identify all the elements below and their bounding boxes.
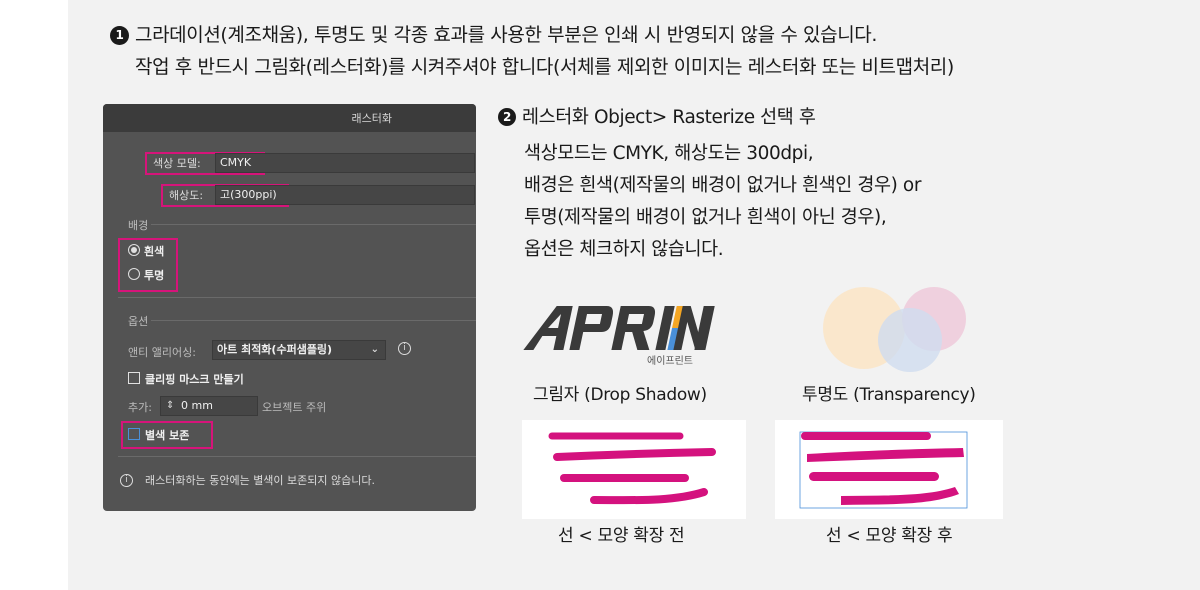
instruction-line-2: 색상모드는 CMYK, 해상도는 300dpi, (524, 143, 814, 164)
instruction-line-1: 2 레스터화 Object> Rasterize 선택 후 (498, 103, 816, 129)
color-model-select[interactable]: CMYK (215, 153, 475, 173)
preserve-spot-label: 별색 보존 (145, 429, 190, 442)
number-2-badge: 2 (498, 108, 516, 126)
divider (118, 297, 476, 298)
stroke-before-card (522, 420, 746, 519)
stroke-lines-before (548, 432, 716, 505)
overlapping-circles-graphic (823, 287, 966, 372)
note-line-1: 1 그라데이션(계조채움), 투명도 및 각종 효과를 사용한 부분은 인쇄 시 … (110, 20, 877, 47)
resolution-label: 해상도: (169, 189, 204, 202)
radio-white[interactable] (128, 244, 140, 256)
divider (151, 224, 476, 225)
bg-transparent-label: 투명 (144, 269, 165, 282)
options-section-label: 옵션 (128, 315, 149, 328)
note-line-1-text: 그라데이션(계조채움), 투명도 및 각종 효과를 사용한 부분은 인쇄 시 반… (135, 24, 878, 46)
drop-shadow-caption: 그림자 (Drop Shadow) (533, 385, 707, 405)
antialias-value: 아트 최적화(수퍼샘플링) (217, 343, 333, 356)
info-icon[interactable]: i (398, 342, 411, 355)
preserve-spot-checkbox[interactable] (128, 428, 140, 440)
note-line-2: 작업 후 반드시 그림화(레스터화)를 시켜주셔야 합니다(서체를 제외한 이미… (135, 56, 954, 78)
divider (118, 456, 476, 457)
aprint-logo: 에이프린트 (520, 300, 725, 372)
before-caption: 선 < 모양 확장 전 (558, 526, 685, 546)
rasterize-dialog: 래스터화 색상 모델: CMYK 해상도: 고(300ppi) 배경 흰색 투명… (103, 104, 476, 511)
aprint-logo-graphic (523, 306, 715, 350)
radio-transparent[interactable] (128, 268, 140, 280)
stepper-icon[interactable]: ⇕ (166, 397, 174, 415)
resolution-select[interactable]: 고(300ppi) (215, 185, 475, 205)
instruction-line-4: 투명(제작물의 배경이 없거나 흰색이 아닌 경우), (524, 207, 887, 228)
add-suffix-label: 오브젝트 주위 (262, 401, 327, 414)
color-model-label: 색상 모델: (153, 157, 201, 170)
transparency-caption: 투명도 (Transparency) (802, 385, 976, 405)
divider (151, 320, 476, 321)
add-value: 0 mm (181, 399, 213, 412)
info-icon: i (120, 474, 133, 487)
instruction-line-1-text: 레스터화 Object> Rasterize 선택 후 (522, 107, 816, 128)
footer-note: 래스터화하는 동안에는 별색이 보존되지 않습니다. (145, 474, 376, 487)
instruction-line-5: 옵션은 체크하지 않습니다. (524, 239, 724, 260)
antialias-select[interactable]: 아트 최적화(수퍼샘플링) ⌄ (212, 340, 386, 360)
stroke-lines-after (799, 431, 968, 509)
antialias-label: 앤티 앨리어싱: (128, 346, 196, 359)
transparency-circles (820, 286, 970, 372)
instruction-line-3: 배경은 흰색(제작물의 배경이 없거나 흰색인 경우) or (524, 175, 922, 196)
after-caption: 선 < 모양 확장 후 (826, 526, 953, 546)
bg-white-label: 흰색 (144, 245, 165, 258)
add-value-input[interactable]: ⇕ 0 mm (160, 396, 258, 416)
stroke-after-card (775, 420, 1003, 519)
clipping-mask-label: 클리핑 마스크 만들기 (145, 373, 244, 386)
add-label: 추가: (128, 401, 152, 414)
chevron-down-icon: ⌄ (370, 344, 379, 355)
background-section-label: 배경 (128, 219, 149, 232)
logo-subtitle: 에이프린트 (647, 356, 693, 367)
clipping-mask-checkbox[interactable] (128, 372, 140, 384)
dialog-titlebar: 래스터화 (103, 104, 476, 132)
dialog-title: 래스터화 (351, 112, 392, 125)
number-1-badge: 1 (110, 26, 129, 45)
